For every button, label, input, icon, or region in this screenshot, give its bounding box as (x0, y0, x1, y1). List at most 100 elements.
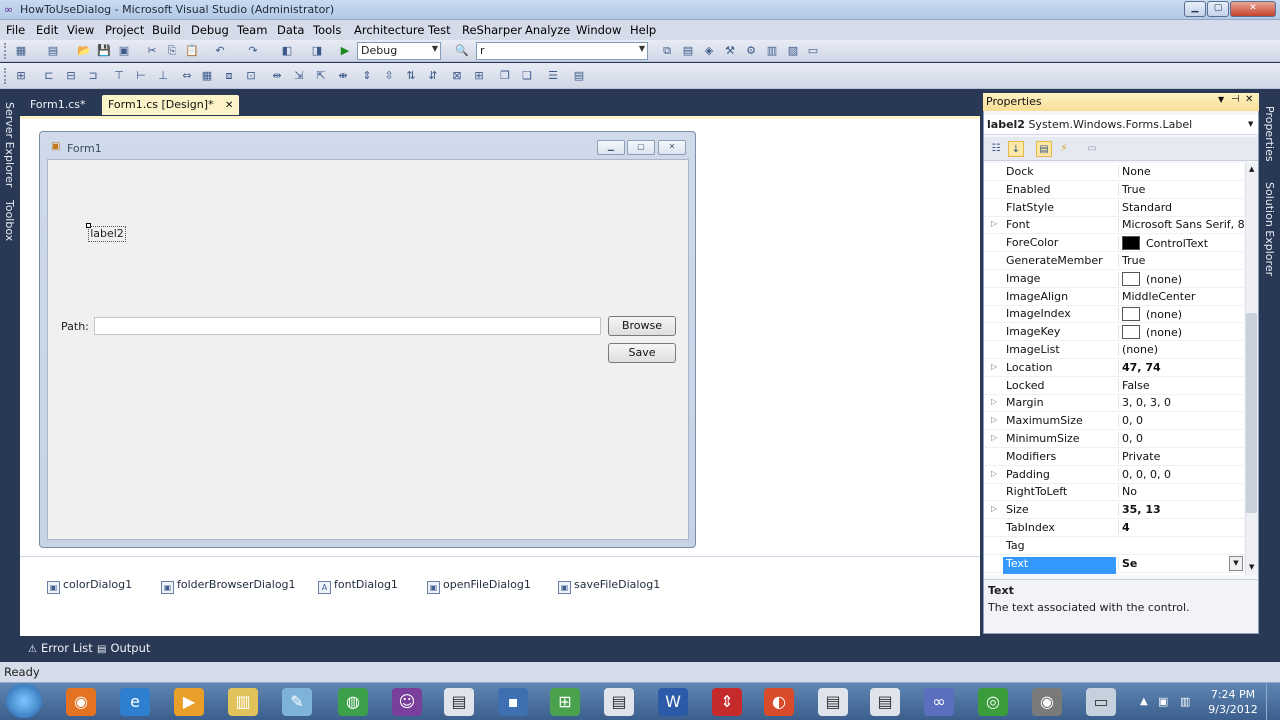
property-value[interactable]: 0, 0 (1118, 414, 1244, 428)
save-all-icon[interactable]: ▣ (117, 44, 131, 58)
tray-item-open-file-dialog[interactable]: ▣ openFileDialog1 (427, 578, 531, 594)
remove-v-spacing-icon[interactable]: ⇵ (426, 69, 440, 83)
property-name[interactable]: Image (1003, 272, 1116, 289)
align-to-grid-icon[interactable]: ⊞ (14, 69, 28, 83)
property-row[interactable]: ▷ Padding 0, 0, 0, 0 (984, 466, 1244, 484)
property-name[interactable]: GenerateMember (1003, 254, 1116, 271)
property-name[interactable]: Dock (1003, 165, 1116, 182)
close-icon[interactable]: ✕ (1245, 94, 1253, 105)
menu-architecture[interactable]: Architecture (354, 23, 424, 37)
firefox-icon[interactable]: ◉ (66, 688, 96, 716)
align-centers-icon[interactable]: ⊟ (64, 69, 78, 83)
solution-explorer-icon[interactable]: ⧉ (660, 44, 674, 58)
property-name[interactable]: ImageList (1003, 343, 1116, 360)
expand-icon[interactable]: ▷ (991, 469, 997, 478)
property-value[interactable]: (none) (1118, 307, 1244, 322)
property-name[interactable]: Font (1003, 218, 1116, 235)
file-explorer-icon[interactable]: ▥ (228, 688, 258, 716)
property-name[interactable]: RightToLeft (1003, 485, 1116, 502)
menu-test[interactable]: Test (428, 23, 451, 37)
menu-help[interactable]: Help (630, 23, 656, 37)
close-icon[interactable]: ✕ (225, 100, 233, 111)
notepad-icon[interactable]: ▤ (444, 688, 474, 716)
toolbar-grip[interactable] (4, 68, 7, 84)
alphabetical-icon[interactable]: ↓ (1008, 141, 1024, 157)
navigate-forward-icon[interactable]: ◨ (310, 44, 324, 58)
add-item-icon[interactable]: ▤ (46, 44, 60, 58)
property-row[interactable]: Image (none) (984, 270, 1244, 288)
vertical-spacing-icon[interactable]: ⇕ (360, 69, 374, 83)
property-row[interactable]: ImageIndex (none) (984, 305, 1244, 324)
categorized-icon[interactable]: ☷ (988, 141, 1004, 157)
path-textbox[interactable] (94, 317, 601, 335)
scroll-up-icon[interactable]: ▲ (1249, 165, 1254, 173)
property-row[interactable]: ImageAlign MiddleCenter (984, 288, 1244, 306)
paste-icon[interactable]: 📋 (185, 44, 199, 58)
property-value[interactable]: 47, 74 (1118, 360, 1244, 374)
expand-icon[interactable]: ▷ (991, 415, 997, 424)
object-selector[interactable]: label2 System.Windows.Forms.Label ▼ (984, 115, 1258, 135)
property-row[interactable]: Enabled True (984, 181, 1244, 199)
menu-analyze[interactable]: Analyze (525, 23, 570, 37)
close-button[interactable]: ✕ (1230, 1, 1276, 17)
tab-order-icon[interactable]: ☰ (546, 69, 560, 83)
property-name[interactable]: Margin (1003, 396, 1116, 413)
property-row[interactable]: Dock None (984, 163, 1244, 181)
property-name[interactable]: TabIndex (1003, 521, 1116, 538)
menu-file[interactable]: File (6, 23, 25, 37)
show-desktop-button[interactable] (1266, 684, 1280, 720)
property-name[interactable]: MinimumSize (1003, 432, 1116, 449)
property-name[interactable]: ImageKey (1003, 325, 1116, 342)
decrease-v-spacing-icon[interactable]: ⇅ (404, 69, 418, 83)
toolbar-grip[interactable] (4, 43, 7, 59)
save-icon[interactable]: 💾 (97, 44, 111, 58)
events-icon[interactable]: ⚡ (1056, 141, 1072, 157)
property-name[interactable]: ImageAlign (1003, 290, 1116, 307)
property-row[interactable]: RightToLeft No (984, 483, 1244, 502)
property-name[interactable]: Locked (1003, 379, 1116, 396)
property-name[interactable]: ImageIndex (1003, 307, 1116, 324)
word-icon[interactable]: W (658, 688, 688, 716)
remove-h-spacing-icon[interactable]: ⇼ (336, 69, 350, 83)
property-pages-icon[interactable]: ▭ (1084, 141, 1100, 157)
property-value[interactable]: Se (1118, 556, 1244, 570)
toolbox-tab[interactable]: Toolbox (3, 200, 16, 241)
property-value[interactable]: True (1118, 254, 1244, 267)
property-row[interactable]: ▷ MinimumSize 0, 0 (984, 430, 1244, 448)
tray-item-color-dialog[interactable]: ▣ colorDialog1 (47, 578, 132, 594)
yahoo-messenger-icon[interactable]: ☺ (392, 688, 422, 716)
property-row[interactable]: ▷ Size 35, 13 (984, 501, 1244, 520)
open-folder-icon[interactable]: 📂 (77, 44, 91, 58)
property-value[interactable]: 0, 0 (1118, 432, 1244, 445)
form-client-area[interactable] (47, 159, 689, 540)
property-name[interactable]: Text (1003, 556, 1116, 574)
make-same-size-icon[interactable]: ⧈ (222, 69, 236, 83)
menu-data[interactable]: Data (277, 23, 304, 37)
property-row[interactable]: ▷ MaximumSize 0, 0 (984, 412, 1244, 431)
property-row[interactable]: ImageKey (none) (984, 323, 1244, 342)
property-row[interactable]: ▷ Font Microsoft Sans Serif, 8.25 (984, 216, 1244, 235)
window-icon[interactable]: ▭ (1086, 688, 1116, 716)
bring-to-front-icon[interactable]: ❐ (498, 69, 512, 83)
extension-manager-icon[interactable]: ▧ (786, 44, 800, 58)
new-project-icon[interactable]: ▦ (14, 44, 28, 58)
network-icon[interactable]: ◍ (338, 688, 368, 716)
windows-icon[interactable]: ⊞ (550, 688, 580, 716)
center-horizontally-icon[interactable]: ⊠ (450, 69, 464, 83)
properties-icon[interactable]: ▤ (1036, 141, 1052, 157)
document-icon[interactable]: ▤ (604, 688, 634, 716)
menu-team[interactable]: Team (237, 23, 267, 37)
menu-tools[interactable]: Tools (313, 23, 341, 37)
property-row[interactable]: ImageList (none) (984, 341, 1244, 359)
property-name[interactable]: Location (1003, 361, 1116, 378)
minimize-button[interactable]: ▁ (1184, 1, 1206, 17)
expand-icon[interactable]: ▷ (991, 397, 997, 406)
send-to-back-icon[interactable]: ❏ (520, 69, 534, 83)
property-name[interactable]: Enabled (1003, 183, 1116, 200)
property-value[interactable]: (none) (1118, 343, 1244, 356)
property-value[interactable]: False (1118, 378, 1244, 392)
scroll-down-icon[interactable]: ▼ (1249, 563, 1254, 571)
tab-error-list[interactable]: ⚠ Error List (28, 641, 93, 655)
align-tops-icon[interactable]: ⊤ (112, 69, 126, 83)
start-button[interactable] (6, 684, 42, 718)
